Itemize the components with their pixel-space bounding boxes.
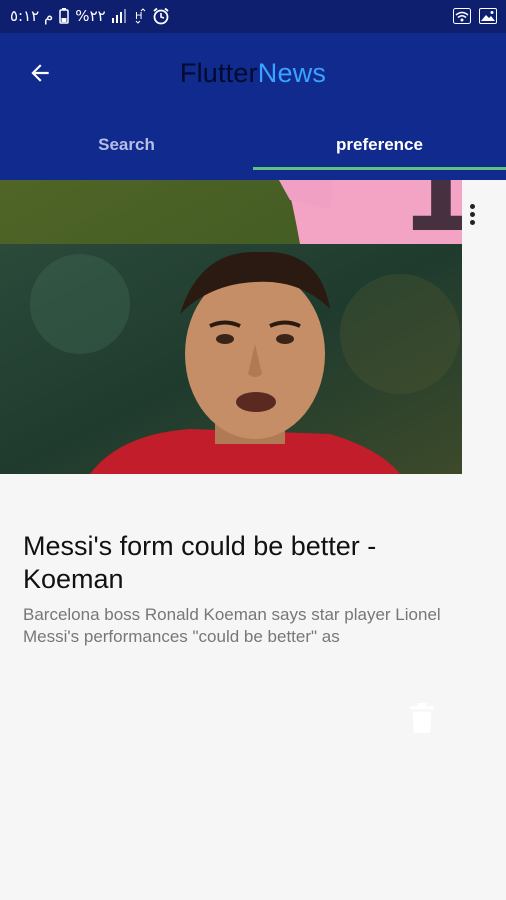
battery-icon: [59, 8, 70, 24]
article-description: Barcelona boss Ronald Koeman says star p…: [23, 605, 441, 646]
app-title: FlutterNews: [0, 58, 506, 89]
delete-icon[interactable]: [409, 703, 435, 733]
app-title-part2: News: [257, 58, 327, 88]
battery-percent: %٢٢: [75, 7, 106, 25]
tab-preference[interactable]: preference: [253, 123, 506, 170]
article-image-ronaldo: [0, 244, 506, 474]
article-image-ronaldo-illustration: [0, 244, 462, 474]
image-icon: [479, 8, 497, 24]
svg-text:H: H: [135, 11, 143, 22]
wifi-icon: [453, 8, 471, 24]
app-bar: FlutterNews Search preference: [0, 33, 506, 180]
alarm-icon: [153, 7, 169, 25]
data-h-icon: H: [135, 8, 146, 24]
article-title[interactable]: Messi's form could be better - Koeman: [23, 530, 473, 596]
tab-indicator: [253, 167, 506, 170]
tab-search-label: Search: [98, 135, 155, 154]
tab-bar: Search preference: [0, 123, 506, 170]
status-left-group: م ٥:١٢ %٢٢ H: [10, 7, 170, 25]
article-card[interactable]: [0, 244, 506, 733]
more-vert-icon[interactable]: [462, 202, 482, 228]
status-bar: م ٥:١٢ م ٥:١٢ %٢٢ H: [0, 0, 506, 33]
tab-preference-label: preference: [336, 135, 423, 154]
status-time-text: م ٥:١٢: [10, 7, 54, 25]
signal-icon: [111, 9, 126, 23]
app-title-part1: Flutter: [179, 58, 258, 88]
tab-search[interactable]: Search: [0, 123, 253, 170]
